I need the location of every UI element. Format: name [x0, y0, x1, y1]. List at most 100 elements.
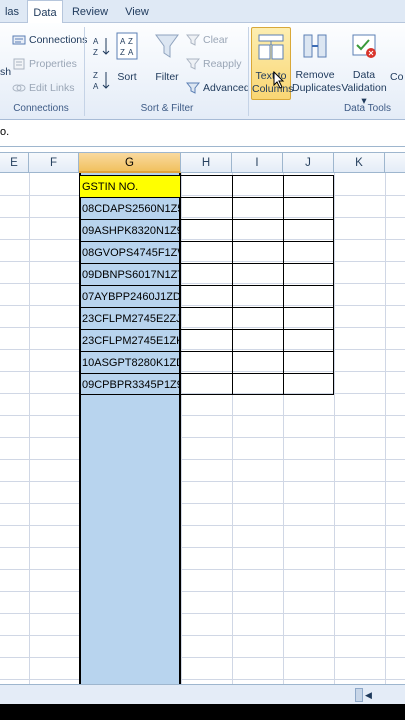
data-validation-button[interactable]: Data Validation ▾: [340, 31, 388, 107]
sort-button[interactable]: AZZA Sort: [114, 31, 140, 91]
reapply-label: Reapply: [203, 58, 242, 70]
svg-text:Z: Z: [128, 37, 133, 46]
edit-links-label: Edit Links: [29, 82, 75, 94]
grid-horizontal-line: [0, 547, 405, 548]
connections-icon: [12, 34, 26, 46]
column-header-row: E F G H I J K: [0, 152, 405, 173]
group-separator: [248, 27, 249, 116]
table-cell[interactable]: 10ASGPT8280K1ZD: [80, 352, 180, 373]
grid-horizontal-line: [0, 481, 405, 482]
consolidate-label: Co: [390, 71, 404, 83]
table-cell[interactable]: 08GVOPS4745F1ZW: [80, 242, 180, 263]
advanced-filter-icon: [185, 82, 201, 95]
svg-text:Z: Z: [93, 48, 98, 57]
text-to-columns-button[interactable]: Text to Columns: [251, 27, 293, 100]
sort-filter-group-label: Sort & Filter: [140, 103, 194, 114]
data-tools-group-label: Data Tools: [343, 103, 392, 114]
grid-vertical-line: [334, 173, 335, 684]
grid-horizontal-line: [0, 415, 405, 416]
column-header-k[interactable]: K: [334, 153, 385, 173]
grid-horizontal-line: [0, 657, 405, 658]
remove-duplicates-label-1: Remove: [295, 69, 335, 81]
grid-horizontal-line: [0, 503, 405, 504]
tab-view[interactable]: View: [118, 0, 156, 23]
grid-horizontal-line: [0, 635, 405, 636]
ribbon: sh Connections Properties Edit Links Con…: [0, 23, 405, 120]
connections-group-label: Connections: [13, 103, 69, 114]
column-header-g[interactable]: G: [79, 153, 181, 173]
tab-data[interactable]: Data: [27, 0, 63, 24]
tab-formulas[interactable]: las: [0, 0, 24, 23]
properties-icon: [12, 58, 26, 70]
advanced-label: Advanced: [203, 82, 250, 94]
scroll-left-arrow-icon[interactable]: ◀: [365, 690, 372, 701]
filter-button[interactable]: Filter: [152, 31, 182, 91]
data-validation-label-2-text: Validation: [341, 82, 387, 94]
horizontal-scrollbar[interactable]: ◀: [0, 684, 405, 704]
column-header-j[interactable]: J: [283, 153, 334, 173]
ribbon-tab-bar: las Data Review View: [0, 0, 405, 24]
sort-dialog-icon: A ZZ A: [116, 32, 138, 60]
sort-a-to-z-button[interactable]: AZ: [92, 35, 112, 57]
table-cell[interactable]: 23CFLPM2745E1ZK: [80, 330, 180, 351]
video-letterbox: [0, 704, 405, 720]
remove-duplicates-label-2: Duplicates: [292, 82, 342, 94]
column-header-h[interactable]: H: [181, 153, 232, 173]
table-column-border: [180, 175, 181, 395]
table-column-border: [283, 175, 284, 395]
properties-button[interactable]: Properties: [12, 55, 77, 73]
grid-vertical-line: [385, 173, 386, 684]
connections-label: Connections: [29, 34, 88, 46]
table-column-border: [232, 175, 233, 395]
remove-duplicates-icon: [303, 34, 327, 58]
svg-text:A: A: [120, 37, 126, 46]
svg-text:A: A: [93, 82, 99, 91]
refresh-all-button[interactable]: sh: [0, 63, 11, 81]
group-separator: [84, 27, 85, 116]
table-cell[interactable]: 07AYBPP2460J1ZD: [80, 286, 180, 307]
column-header-i[interactable]: I: [232, 153, 283, 173]
consolidate-button[interactable]: Co: [390, 71, 405, 84]
grid-horizontal-line: [0, 613, 405, 614]
sort-label: Sort: [117, 71, 137, 83]
clear-label: Clear: [203, 34, 229, 46]
advanced-filter-button[interactable]: Advanced: [185, 79, 250, 97]
grid-horizontal-line: [0, 459, 405, 460]
grid-vertical-line: [29, 173, 30, 684]
filter-label: Filter: [155, 71, 179, 83]
sort-descending-icon: ZA: [93, 71, 110, 91]
grid-horizontal-line: [0, 569, 405, 570]
funnel-icon: [155, 34, 179, 58]
grid-horizontal-line: [0, 591, 405, 592]
sort-z-to-a-button[interactable]: ZA: [92, 69, 112, 91]
reapply-icon: [185, 58, 201, 71]
mouse-cursor-icon: [273, 70, 285, 94]
svg-text:A: A: [93, 37, 99, 46]
grid-horizontal-line: [0, 525, 405, 526]
formula-bar-content: o.: [0, 126, 10, 138]
cell-g-header[interactable]: GSTIN NO.: [80, 176, 180, 197]
sort-ascending-icon: AZ: [93, 37, 110, 57]
svg-text:Z: Z: [93, 71, 98, 80]
reapply-button[interactable]: Reapply: [185, 55, 242, 73]
clear-filter-button[interactable]: Clear: [185, 31, 229, 49]
table-cell[interactable]: 08CDAPS2560N1Z5: [80, 198, 180, 219]
clear-filter-icon: [185, 34, 201, 47]
connections-button[interactable]: Connections: [12, 31, 87, 49]
grid-horizontal-line: [0, 679, 405, 680]
worksheet-grid[interactable]: GSTIN NO. 08CDAPS2560N1Z5 09ASHPK8320N1Z9 0…: [0, 173, 405, 684]
column-header-e[interactable]: E: [0, 153, 29, 173]
table-cell[interactable]: 09ASHPK8320N1Z9: [80, 220, 180, 241]
formula-bar[interactable]: o.: [0, 121, 405, 147]
edit-links-button[interactable]: Edit Links: [12, 79, 75, 97]
table-cell[interactable]: 23CFLPM2745E2ZJ: [80, 308, 180, 329]
scrollbar-thumb[interactable]: [355, 688, 363, 702]
tab-review[interactable]: Review: [66, 0, 114, 23]
remove-duplicates-button[interactable]: Remove Duplicates: [292, 31, 342, 97]
column-header-f[interactable]: F: [29, 153, 79, 173]
table-cell[interactable]: 09CPBPR3345P1Z9: [80, 374, 180, 395]
table-cell[interactable]: 09DBNPS6017N1ZT: [80, 264, 180, 285]
grid-horizontal-line: [0, 437, 405, 438]
data-validation-icon: [352, 34, 376, 58]
svg-text:Z: Z: [120, 48, 125, 57]
